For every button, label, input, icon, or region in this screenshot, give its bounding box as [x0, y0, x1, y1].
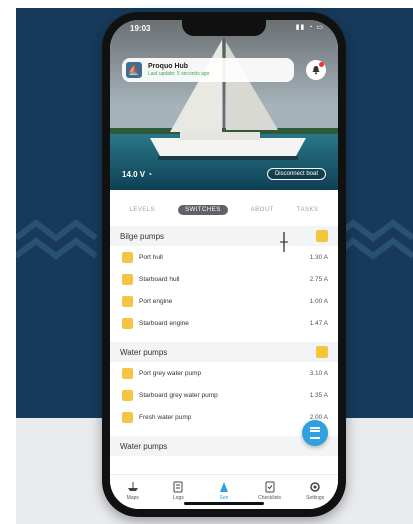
pump-icon	[122, 295, 133, 307]
boat-name: Proquo Hub	[148, 63, 189, 70]
item-value: 1.35 A	[309, 391, 328, 399]
item-label: Port engine	[139, 297, 173, 305]
tabbar-label: Sen	[219, 495, 229, 501]
phone-frame: 19:03 ▮▮ ◔ ▭ ⛵ Proquo Hub Last update: 5…	[102, 12, 346, 517]
pump-icon	[122, 317, 133, 329]
tabbar-label: Maps	[126, 495, 139, 501]
tab-levels[interactable]: LEVELS	[129, 207, 155, 213]
boat-selector[interactable]: ⛵ Proquo Hub Last update: 5 seconds ago	[122, 58, 294, 82]
section-header-bilge-pumps: Bilge pumps	[110, 226, 338, 246]
section-title: Water pumps	[120, 441, 168, 451]
boat-icon	[127, 482, 138, 491]
notification-badge	[319, 62, 324, 67]
tab-bar-top: LEVELS SWITCHES ABOUT TASKS	[110, 190, 338, 218]
tabbar-item-sensors[interactable]: Sen	[204, 481, 244, 501]
tabbar-label: Logs	[172, 495, 184, 501]
tab-switches[interactable]: SWITCHES	[178, 205, 228, 215]
tabbar-item-maps[interactable]: Maps	[113, 481, 153, 501]
battery-voltage: 14.0 V ◔	[122, 170, 153, 179]
sensor-icon	[219, 482, 228, 492]
tab-tasks[interactable]: TASKS	[297, 207, 319, 213]
boat-status: Last update: 5 seconds ago	[148, 71, 210, 77]
section-header-water-pumps: Water pumps	[110, 342, 338, 362]
list-item[interactable]: Starboard engine 1.47 A	[110, 312, 338, 334]
tabbar-item-checklists[interactable]: Checklists	[250, 481, 290, 501]
item-label: Starboard engine	[139, 319, 189, 327]
settings-icon	[310, 482, 320, 492]
catamaran-photo	[110, 20, 338, 190]
phone-screen: 19:03 ▮▮ ◔ ▭ ⛵ Proquo Hub Last update: 5…	[110, 20, 338, 509]
list-item[interactable]: Port engine 1.00 A	[110, 290, 338, 312]
item-value: 1.30 A	[309, 253, 328, 261]
item-label: Port hull	[139, 253, 163, 261]
section-toggle-icon[interactable]	[316, 230, 328, 242]
item-value: 3.10 A	[309, 369, 328, 377]
boat-hero-image: 19:03 ▮▮ ◔ ▭ ⛵ Proquo Hub Last update: 5…	[110, 20, 338, 190]
tabbar-label: Settings	[306, 495, 325, 501]
menu-icon	[310, 427, 320, 439]
tabbar-item-logs[interactable]: Logs	[158, 481, 198, 501]
list-item[interactable]: Starboard grey water pump 1.35 A	[110, 384, 338, 406]
pump-icon	[122, 367, 133, 379]
notifications-button[interactable]	[306, 60, 326, 80]
checklist-icon	[265, 481, 275, 493]
item-label: Starboard hull	[139, 275, 180, 283]
section-toggle-icon[interactable]	[316, 346, 328, 358]
status-icons: ▮▮ ◔ ▭	[295, 24, 324, 31]
pump-icon	[122, 411, 133, 423]
item-label: Port grey water pump	[139, 369, 202, 377]
item-label: Fresh water pump	[139, 413, 192, 421]
section-title: Bilge pumps	[120, 231, 165, 241]
boat-thumbnail-icon: ⛵	[126, 62, 142, 78]
list-item[interactable]: Port grey water pump 3.10 A	[110, 362, 338, 384]
section-title: Water pumps	[120, 347, 168, 357]
disconnect-button[interactable]: Disconnect boat	[266, 168, 326, 180]
list-item[interactable]: Port hull 1.30 A	[110, 246, 338, 268]
text-cursor-icon	[280, 232, 288, 252]
item-value: 1.00 A	[309, 297, 328, 305]
menu-fab-button[interactable]	[302, 420, 328, 446]
notch	[182, 20, 266, 36]
item-label: Starboard grey water pump	[139, 391, 218, 399]
pump-icon	[122, 251, 133, 263]
item-value: 2.75 A	[309, 275, 328, 283]
tabbar-label: Checklists	[258, 495, 281, 501]
pump-icon	[122, 389, 133, 401]
list-item[interactable]: Starboard hull 2.75 A	[110, 268, 338, 290]
item-value: 1.47 A	[309, 319, 328, 327]
tab-about[interactable]: ABOUT	[251, 207, 274, 213]
tabbar-item-settings[interactable]: Settings	[295, 481, 335, 501]
pump-icon	[122, 273, 133, 285]
log-icon	[173, 481, 183, 493]
home-indicator	[184, 502, 264, 505]
status-time: 19:03	[130, 24, 151, 33]
